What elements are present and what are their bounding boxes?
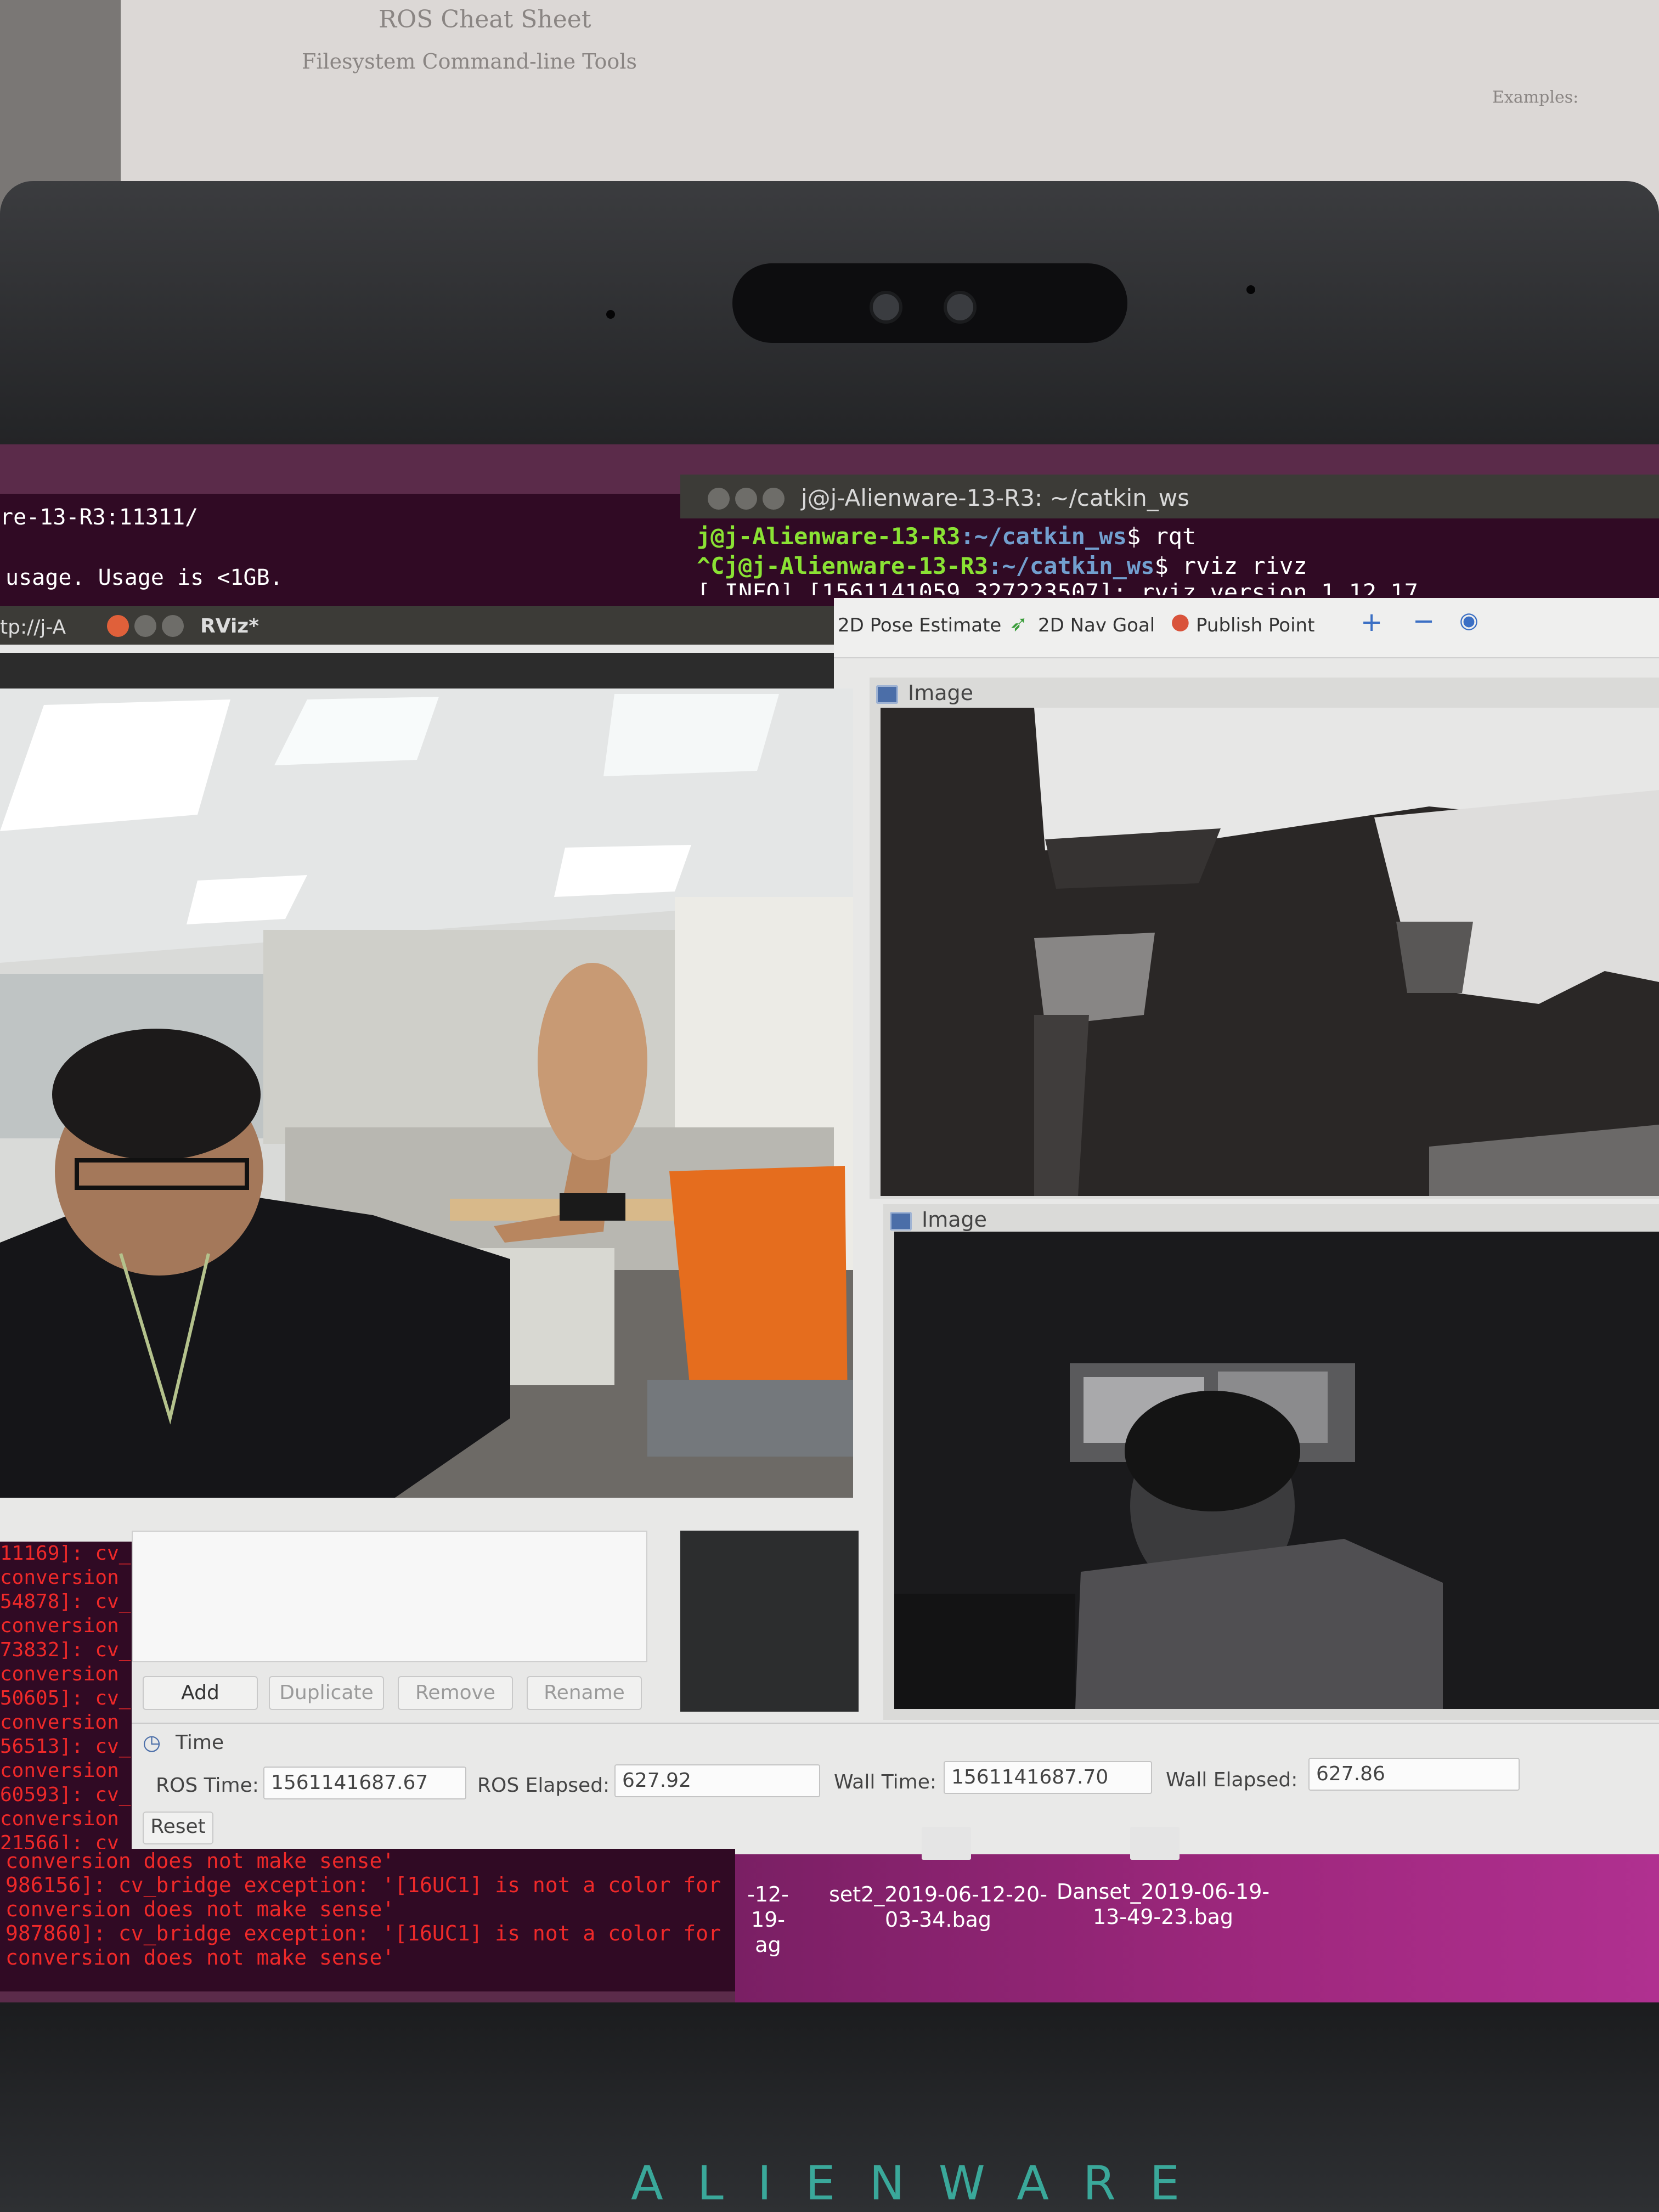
file-name: 13-49-23.bag	[1092, 1905, 1234, 1929]
file-name: ag	[755, 1933, 781, 1957]
rename-button[interactable]: Rename	[527, 1676, 642, 1710]
error-line: conversion	[0, 1566, 119, 1589]
image-icon	[876, 685, 898, 704]
prompt-path: :~/catkin_ws	[960, 523, 1127, 550]
wall-elapsed-label: Wall Elapsed:	[1166, 1769, 1298, 1791]
error-line: 986156]: cv_bridge exception: '[16UC1] i…	[5, 1873, 721, 1897]
map-pin-icon: ●	[1171, 609, 1190, 634]
rviz-toolbar: 2D Pose Estimate ➶ 2D Nav Goal ● Publish…	[834, 598, 1659, 658]
duplicate-button[interactable]: Duplicate	[269, 1676, 384, 1710]
prompt-command: $ rqt	[1126, 523, 1197, 550]
terminal-titlebar[interactable]: j@j-Alienware-13-R3: ~/catkin_ws	[680, 475, 1659, 524]
file-name: Danset_2019-06-19-	[1056, 1880, 1270, 1904]
error-line: 73832]: cv_	[0, 1639, 131, 1661]
plus-icon[interactable]: +	[1361, 607, 1383, 637]
close-icon[interactable]	[107, 615, 129, 637]
time-panel: ◷ Time ROS Time: 1561141687.67 ROS Elaps…	[132, 1723, 1659, 1854]
maximize-icon[interactable]	[162, 615, 184, 637]
rviz-title: RViz*	[200, 615, 259, 637]
desktop-background: -12-19- ag set2_2019-06-12-20- 03-34.bag…	[735, 1827, 1659, 2002]
maximize-icon[interactable]	[763, 488, 785, 510]
depth-image	[881, 708, 1659, 1196]
error-line: conversion does not make sense'	[5, 1897, 395, 1921]
ros-elapsed-label: ROS Elapsed:	[477, 1774, 610, 1797]
error-line: conversion	[0, 1759, 119, 1782]
file-name: set2_2019-06-12-20-	[829, 1882, 1047, 1906]
nav-goal-icon: ➶	[1009, 611, 1028, 636]
rgb-camera-image	[0, 689, 853, 1498]
minus-icon[interactable]: −	[1413, 606, 1435, 636]
rviz-url-fragment: tp://j-A	[0, 616, 66, 639]
close-icon[interactable]	[708, 488, 730, 510]
pose-estimate-tool[interactable]: 2D Pose Estimate	[838, 614, 1001, 636]
cheat-sheet-section: Filesystem Command-line Tools	[302, 49, 637, 74]
prompt-command: $ rviz rivz	[1154, 552, 1307, 579]
prompt-user: j@j-Alienware-13-R3	[697, 523, 961, 550]
error-line: conversion	[0, 1663, 119, 1685]
error-line: 50605]: cv_	[0, 1687, 131, 1709]
nav-goal-tool[interactable]: 2D Nav Goal	[1038, 614, 1155, 636]
error-line: 987860]: cv_bridge exception: '[16UC1] i…	[5, 1921, 721, 1945]
desktop-file[interactable]: -12-19- ag	[735, 1882, 801, 1957]
add-button[interactable]: Add	[143, 1676, 258, 1710]
rviz-titlebar[interactable]: tp://j-A RViz*	[0, 606, 834, 645]
desktop-file[interactable]: set2_2019-06-12-20- 03-34.bag	[817, 1882, 1059, 1932]
publish-point-tool[interactable]: Publish Point	[1196, 614, 1314, 636]
displays-list[interactable]	[132, 1531, 647, 1662]
camera-lens-icon	[870, 291, 902, 324]
desktop-file[interactable]: Danset_2019-06-19- 13-49-23.bag	[1042, 1879, 1284, 1929]
cheat-sheet-examples: Examples:	[1492, 88, 1579, 107]
file-name: -12-19-	[747, 1882, 789, 1932]
error-line: 56513]: cv_	[0, 1735, 131, 1758]
wall-elapsed-field[interactable]: 627.86	[1308, 1758, 1520, 1791]
terminal-left-host: re-13-R3:11311/	[0, 505, 199, 530]
error-line: conversion does not make sense'	[5, 1849, 395, 1873]
terminal-line: j@j-Alienware-13-R3:~/catkin_ws$ rqt	[697, 523, 1196, 550]
error-terminal-bottom[interactable]: conversion does not make sense' 986156]:…	[0, 1849, 735, 1991]
terminal-line: ^Cj@j-Alienware-13-R3:~/catkin_ws$ rviz …	[697, 552, 1307, 579]
error-line: 60593]: cv_	[0, 1784, 131, 1806]
terminal-partial-line: [ INFO] [1561141059.327223507]: rviz ver…	[697, 579, 1418, 595]
prompt-user: ^Cj@j-Alienware-13-R3	[697, 552, 989, 579]
views-panel	[680, 1531, 859, 1712]
clock-icon: ◷	[143, 1730, 161, 1754]
ros-elapsed-field[interactable]: 627.92	[614, 1764, 820, 1797]
camera-header-strip	[0, 653, 834, 691]
webcam-icon	[732, 263, 1127, 343]
error-line: 54878]: cv_	[0, 1590, 131, 1613]
wall-time-label: Wall Time:	[834, 1771, 937, 1793]
error-line: conversion does not make sense'	[5, 1945, 395, 1970]
bag-file-icon	[922, 1827, 971, 1860]
ros-time-label: ROS Time:	[156, 1774, 259, 1797]
terminal-title: j@j-Alienware-13-R3: ~/catkin_ws	[801, 484, 1190, 511]
sensor-dot-icon	[1246, 285, 1255, 294]
brand-logo: ALIENWARE	[631, 2156, 1214, 2211]
camera-lens-icon	[944, 291, 977, 324]
time-panel-title: Time	[176, 1731, 224, 1754]
image-icon	[890, 1212, 912, 1231]
infrared-image	[894, 1232, 1659, 1709]
file-name: 03-34.bag	[884, 1908, 992, 1932]
terminal-left[interactable]: re-13-R3:11311/ usage. Usage is <1GB.	[0, 494, 702, 625]
error-line: conversion	[0, 1615, 119, 1637]
error-side-lines: 11169]: cv_ conversion 54878]: cv_ conversi…	[0, 1542, 132, 1855]
error-line: conversion	[0, 1711, 119, 1734]
sensor-dot-icon	[606, 310, 615, 319]
minimize-icon[interactable]	[134, 615, 156, 637]
image-panel-title: Image	[922, 1207, 988, 1232]
error-line: conversion	[0, 1808, 119, 1830]
wall-time-field[interactable]: 1561141687.70	[944, 1761, 1152, 1794]
remove-button[interactable]: Remove	[398, 1676, 513, 1710]
prompt-path: :~/catkin_ws	[988, 552, 1155, 579]
cheat-sheet-title: ROS Cheat Sheet	[379, 5, 591, 33]
reset-button[interactable]: Reset	[143, 1812, 213, 1844]
image-panel-title: Image	[908, 681, 974, 705]
ros-time-field[interactable]: 1561141687.67	[263, 1767, 466, 1799]
terminal-left-usage: usage. Usage is <1GB.	[5, 565, 283, 590]
minimize-icon[interactable]	[735, 488, 757, 510]
eye-icon[interactable]: ◉	[1459, 608, 1479, 633]
bag-file-icon	[1130, 1827, 1180, 1860]
error-line: 11169]: cv_	[0, 1542, 131, 1565]
